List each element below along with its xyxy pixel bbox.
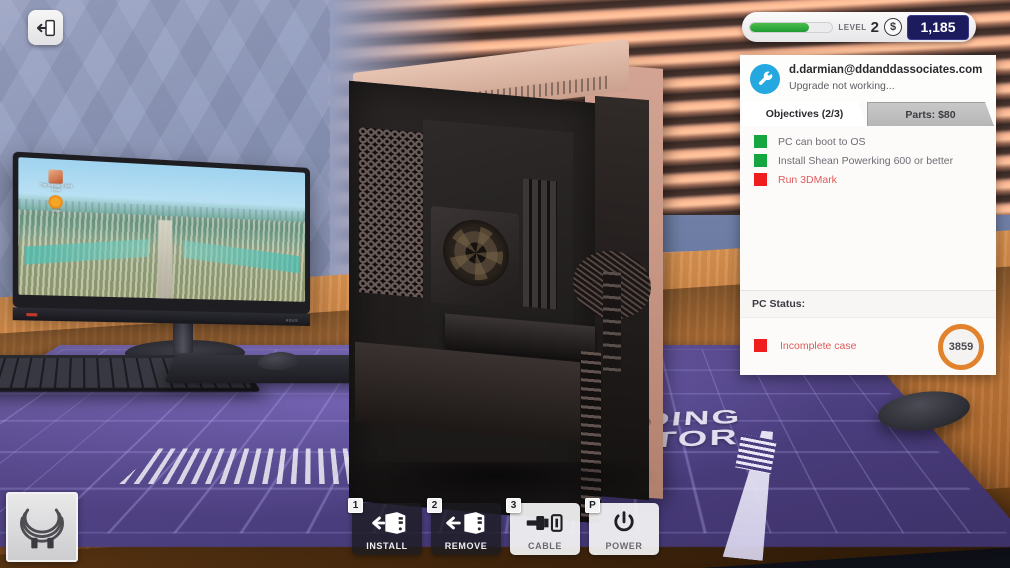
email-header: d.darmian@ddanddassociates.com Upgrade n…	[740, 55, 996, 102]
currency-icon: $	[884, 18, 902, 36]
email-text-block: d.darmian@ddanddassociates.com Upgrade n…	[789, 64, 982, 94]
level-label: LEVEL	[838, 23, 866, 32]
objectives-list: PC can boot to OS Install Shean Powerkin…	[740, 126, 996, 192]
objective-status-box	[754, 135, 767, 148]
objective-label: Install Shean Powerking 600 or better	[778, 155, 953, 167]
email-from: d.darmian@ddanddassociates.com	[789, 64, 982, 78]
exit-button[interactable]	[28, 10, 63, 45]
objective-row: Run 3DMark	[754, 173, 986, 186]
status-label: Incomplete case	[780, 340, 856, 352]
pc-status-header: PC Status:	[740, 290, 996, 317]
panel-tabs: Objectives (2/3) Parts: $80	[740, 102, 996, 126]
wrench-icon	[750, 64, 780, 94]
action-label: POWER	[605, 541, 642, 551]
objective-row: Install Shean Powerking 600 or better	[754, 154, 986, 167]
xp-progress-fill	[750, 23, 809, 32]
info-panel: d.darmian@ddanddassociates.com Upgrade n…	[740, 55, 996, 375]
inventory-slot[interactable]	[6, 492, 78, 562]
action-power[interactable]: P POWER	[589, 503, 659, 555]
exit-door-icon	[35, 17, 57, 39]
money-amount: 1,185	[907, 15, 969, 40]
tab-objectives[interactable]: Objectives (2/3)	[742, 102, 867, 126]
action-cable[interactable]: 3 CABLE	[510, 503, 580, 555]
action-label: REMOVE	[445, 541, 488, 551]
panel-spacer	[740, 192, 996, 290]
action-bar: 1 INSTALL 2 REMOVE 3 CABLE P POWER	[352, 503, 659, 555]
email-subject: Upgrade not working...	[789, 80, 982, 92]
game-screen: ILDING LATOR The Witcher 3 Wild Hunt Orig…	[0, 0, 1010, 568]
objective-status-box	[754, 173, 767, 186]
action-install[interactable]: 1 INSTALL	[352, 503, 422, 555]
level-bar: LEVEL 2 $ 1,185	[742, 12, 976, 42]
power-icon	[589, 510, 659, 536]
pc-status-body: Incomplete case 3859	[740, 317, 996, 375]
level-number: 2	[871, 19, 879, 36]
action-label: CABLE	[528, 541, 562, 551]
remove-tower-icon	[431, 510, 501, 536]
benchmark-score: 3859	[938, 324, 984, 370]
objective-row: PC can boot to OS	[754, 135, 986, 148]
xp-progress-track	[749, 22, 833, 33]
action-remove[interactable]: 2 REMOVE	[431, 503, 501, 555]
tab-parts[interactable]: Parts: $80	[867, 102, 994, 126]
objective-label: Run 3DMark	[778, 174, 837, 186]
status-indicator-box	[754, 339, 767, 352]
hud-overlay: LEVEL 2 $ 1,185 d.darmian@ddanddassociat…	[0, 0, 1010, 568]
cable-coil-icon	[15, 502, 69, 552]
objective-label: PC can boot to OS	[778, 136, 866, 148]
cable-plug-icon	[510, 510, 580, 536]
objective-status-box	[754, 154, 767, 167]
action-label: INSTALL	[366, 541, 408, 551]
install-tower-icon	[352, 510, 422, 536]
